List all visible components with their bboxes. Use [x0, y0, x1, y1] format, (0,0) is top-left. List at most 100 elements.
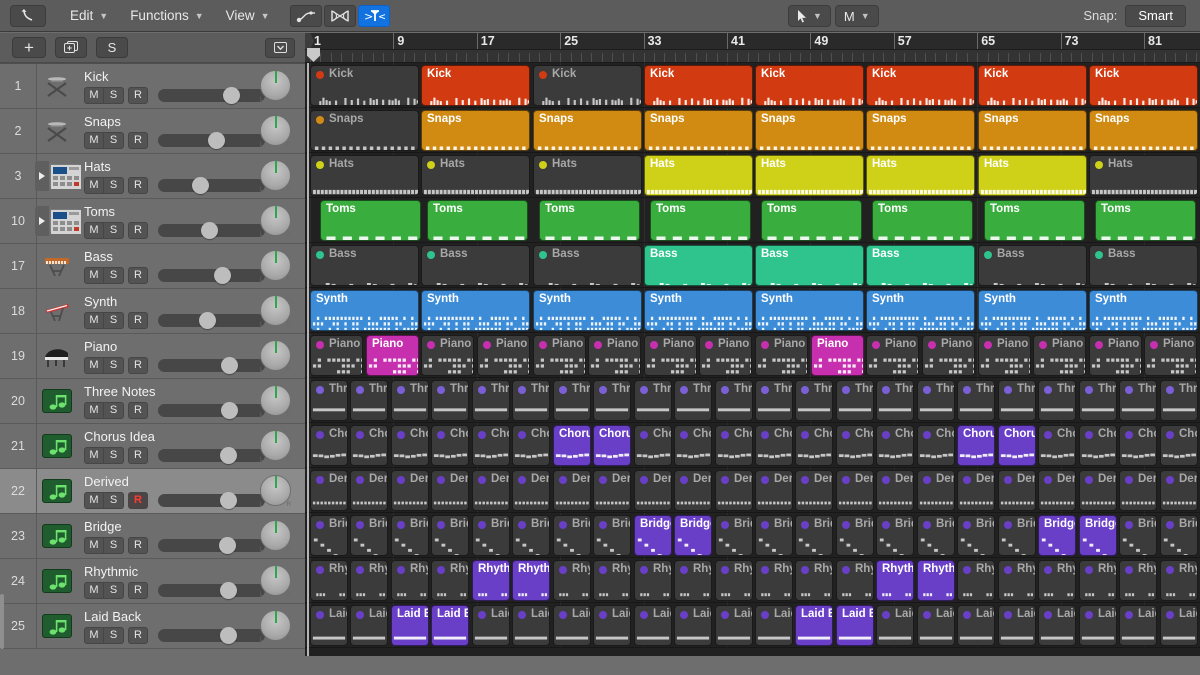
- region[interactable]: Rhythmic: [1160, 560, 1198, 601]
- mute-button[interactable]: M: [84, 582, 104, 599]
- volume-slider-thumb[interactable]: [221, 402, 238, 419]
- region[interactable]: Derived: [957, 470, 995, 511]
- region[interactable]: Toms: [320, 200, 421, 241]
- volume-slider[interactable]: [158, 224, 265, 237]
- track-row-bridge[interactable]: 23BridgeMSRLR: [0, 514, 305, 559]
- region[interactable]: Laid Back: [431, 605, 469, 646]
- region[interactable]: Laid Back: [350, 605, 388, 646]
- region[interactable]: Snaps: [421, 110, 530, 151]
- volume-slider[interactable]: [158, 629, 265, 642]
- mute-button[interactable]: M: [84, 402, 104, 419]
- region[interactable]: Chorus: [431, 425, 469, 466]
- region[interactable]: Snaps: [533, 110, 642, 151]
- region[interactable]: Derived: [634, 470, 672, 511]
- record-enable-button[interactable]: R: [128, 132, 148, 149]
- pan-knob[interactable]: LR: [260, 340, 293, 373]
- region[interactable]: Bridge: [634, 515, 672, 556]
- volume-slider-thumb[interactable]: [220, 492, 237, 509]
- region[interactable]: Chorus: [998, 425, 1036, 466]
- volume-slider[interactable]: [158, 134, 265, 147]
- region[interactable]: Piano: [366, 335, 419, 376]
- region[interactable]: Laid Back: [674, 605, 712, 646]
- record-enable-button[interactable]: R: [128, 222, 148, 239]
- mute-button[interactable]: M: [84, 537, 104, 554]
- region[interactable]: Derived: [795, 470, 833, 511]
- region[interactable]: Chorus: [634, 425, 672, 466]
- region[interactable]: Derived: [472, 470, 510, 511]
- timeline-ruler[interactable]: 19172533414957657381: [305, 33, 1200, 63]
- region[interactable]: Chorus: [957, 425, 995, 466]
- volume-slider[interactable]: [158, 494, 265, 507]
- region[interactable]: Rhythmic: [957, 560, 995, 601]
- region[interactable]: Bridge: [1079, 515, 1117, 556]
- volume-slider-thumb[interactable]: [208, 132, 225, 149]
- view-menu[interactable]: View▼: [218, 5, 278, 27]
- track-row-toms[interactable]: 10TomsMSRLR: [0, 199, 305, 244]
- solo-button[interactable]: S: [104, 627, 124, 644]
- region[interactable]: Bridge: [998, 515, 1036, 556]
- add-track-button[interactable]: +: [12, 37, 46, 58]
- record-enable-button[interactable]: R: [128, 582, 148, 599]
- region[interactable]: Piano: [978, 335, 1031, 376]
- arrange-lane-kick[interactable]: KickKickKickKickKickKickKickKick: [305, 63, 1200, 108]
- region[interactable]: Chorus: [593, 425, 631, 466]
- region[interactable]: Bass: [644, 245, 753, 286]
- region[interactable]: Bridge: [674, 515, 712, 556]
- arrange-lane-bridge[interactable]: BridgeBridgeBridgeBridgeBridgeBridgeBrid…: [305, 513, 1200, 558]
- region[interactable]: Derived: [998, 470, 1036, 511]
- mute-button[interactable]: M: [84, 447, 104, 464]
- region[interactable]: Piano: [922, 335, 975, 376]
- region[interactable]: Hats: [644, 155, 753, 196]
- region[interactable]: Chorus: [1038, 425, 1076, 466]
- solo-button[interactable]: S: [104, 177, 124, 194]
- region[interactable]: Hats: [1089, 155, 1198, 196]
- region[interactable]: Three: [755, 380, 793, 421]
- solo-button[interactable]: S: [104, 402, 124, 419]
- region[interactable]: Three: [512, 380, 550, 421]
- region[interactable]: Three: [310, 380, 348, 421]
- midi-note-icon[interactable]: [36, 566, 78, 596]
- region[interactable]: Snaps: [644, 110, 753, 151]
- pan-knob[interactable]: LR: [260, 610, 293, 643]
- region[interactable]: Three: [674, 380, 712, 421]
- track-row-bass[interactable]: 17BassMSRLR: [0, 244, 305, 289]
- region[interactable]: Three: [1119, 380, 1157, 421]
- region[interactable]: Bridge: [1119, 515, 1157, 556]
- undo-arrow-icon[interactable]: [10, 5, 46, 27]
- region[interactable]: Three: [1079, 380, 1117, 421]
- mute-button[interactable]: M: [84, 222, 104, 239]
- region[interactable]: Chorus: [795, 425, 833, 466]
- pan-knob[interactable]: LR: [260, 250, 293, 283]
- solo-button[interactable]: S: [104, 492, 124, 509]
- region[interactable]: Hats: [310, 155, 419, 196]
- region[interactable]: Snaps: [755, 110, 864, 151]
- track-view-toggle-button[interactable]: [265, 38, 295, 58]
- region[interactable]: Derived: [1160, 470, 1198, 511]
- midi-note-icon[interactable]: [36, 431, 78, 461]
- region[interactable]: Laid Back: [391, 605, 429, 646]
- region[interactable]: Chorus: [553, 425, 591, 466]
- record-enable-button[interactable]: R: [128, 447, 148, 464]
- region[interactable]: Rhythmic: [1038, 560, 1076, 601]
- region[interactable]: Chorus: [391, 425, 429, 466]
- region[interactable]: Chorus: [755, 425, 793, 466]
- arrange-lane-toms[interactable]: TomsTomsTomsTomsTomsTomsTomsToms: [305, 198, 1200, 243]
- region[interactable]: Rhythmic: [715, 560, 753, 601]
- region[interactable]: Laid Back: [876, 605, 914, 646]
- region[interactable]: Rhythmic: [998, 560, 1036, 601]
- region[interactable]: Rhythmic: [350, 560, 388, 601]
- region[interactable]: Three: [957, 380, 995, 421]
- record-enable-button[interactable]: R: [128, 357, 148, 374]
- region[interactable]: Hats: [755, 155, 864, 196]
- region[interactable]: Toms: [1095, 200, 1196, 241]
- region[interactable]: Laid Back: [310, 605, 348, 646]
- region[interactable]: Laid Back: [755, 605, 793, 646]
- region[interactable]: Rhythmic: [795, 560, 833, 601]
- region[interactable]: Piano: [1033, 335, 1086, 376]
- region[interactable]: Piano: [310, 335, 363, 376]
- region[interactable]: Bridge: [310, 515, 348, 556]
- track-row-snaps[interactable]: 2SnapsMSRLR: [0, 109, 305, 154]
- mute-button[interactable]: M: [84, 87, 104, 104]
- region[interactable]: Kick: [978, 65, 1087, 106]
- region[interactable]: Chorus: [876, 425, 914, 466]
